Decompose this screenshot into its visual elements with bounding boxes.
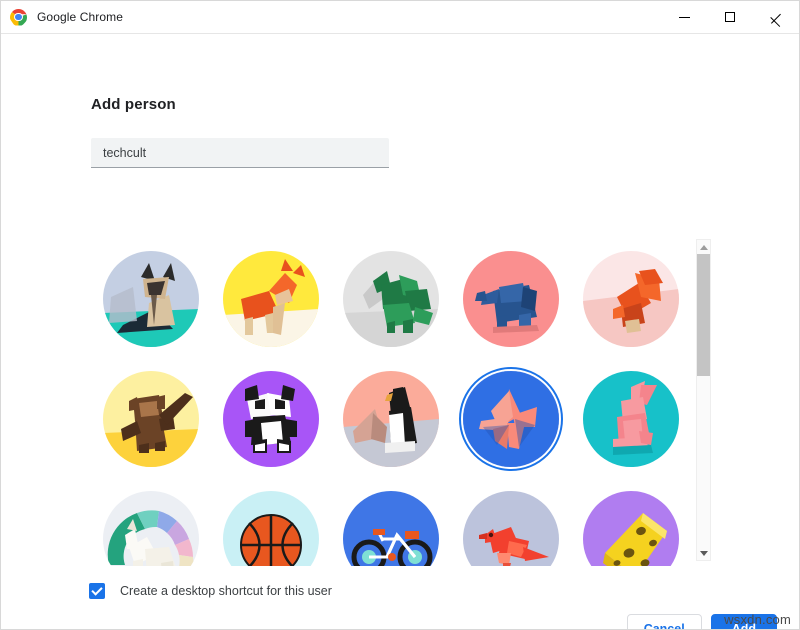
- avatar-option-bicycle[interactable]: [331, 479, 451, 566]
- avatar-option-dragon[interactable]: [331, 239, 451, 359]
- cancel-button[interactable]: Cancel: [626, 614, 702, 629]
- dragon-avatar-image: [343, 251, 439, 347]
- avatar-option-cheese[interactable]: [571, 479, 691, 566]
- title-bar: Google Chrome: [1, 1, 799, 34]
- avatar-option-penguin[interactable]: [331, 359, 451, 479]
- squirrel-avatar-image: [583, 251, 679, 347]
- window-title: Google Chrome: [37, 10, 124, 24]
- close-icon: [771, 12, 782, 23]
- chevron-down-icon: [699, 550, 708, 556]
- minimize-button[interactable]: [661, 1, 707, 33]
- basketball-avatar-image: [223, 491, 319, 566]
- maximize-icon: [725, 12, 735, 22]
- title-bar-left: Google Chrome: [1, 8, 124, 26]
- panda-avatar-image: [223, 371, 319, 467]
- watermark: wsxdn.com: [724, 612, 791, 627]
- avatar-option-fox[interactable]: [211, 239, 331, 359]
- maximize-button[interactable]: [707, 1, 753, 33]
- avatar-option-unicorn[interactable]: [91, 479, 211, 566]
- scrollbar-track[interactable]: [697, 254, 710, 546]
- dialog-header-area: Add person: [91, 96, 773, 168]
- avatar-option-monkey[interactable]: [91, 359, 211, 479]
- avatar-option-panda[interactable]: [211, 359, 331, 479]
- desktop-shortcut-label: Create a desktop shortcut for this user: [120, 584, 332, 598]
- avatar-option-butterfly[interactable]: [451, 359, 571, 479]
- window-controls: [661, 1, 799, 33]
- scrollbar-thumb[interactable]: [697, 254, 710, 376]
- bicycle-avatar-image: [343, 491, 439, 566]
- avatar-option-cat[interactable]: [91, 239, 211, 359]
- butterfly-avatar-image: [463, 371, 559, 467]
- avatar-picker: [91, 239, 711, 566]
- monkey-avatar-image: [103, 371, 199, 467]
- chrome-logo-icon: [10, 8, 27, 26]
- avatar-option-rabbit[interactable]: [571, 359, 691, 479]
- penguin-avatar-image: [343, 371, 439, 467]
- bird-avatar-image: [463, 491, 559, 566]
- page-title: Add person: [91, 96, 176, 113]
- avatar-grid: [91, 239, 691, 566]
- rabbit-avatar-image: [583, 371, 679, 467]
- unicorn-avatar-image: [103, 491, 199, 566]
- minimize-icon: [678, 16, 690, 18]
- dialog-body: Add person techcult Create a desktop sho…: [1, 34, 799, 629]
- avatar-option-bird[interactable]: [451, 479, 571, 566]
- avatar-scrollbar[interactable]: [696, 239, 711, 561]
- scroll-down-button[interactable]: [697, 546, 710, 560]
- person-name-input[interactable]: [91, 138, 389, 168]
- chevron-up-icon: [699, 244, 708, 250]
- avatar-option-squirrel[interactable]: [571, 239, 691, 359]
- fox-avatar-image: [223, 251, 319, 347]
- avatar-scroll-area[interactable]: [91, 239, 691, 566]
- avatar-option-basketball[interactable]: [211, 479, 331, 566]
- desktop-shortcut-checkbox[interactable]: [89, 583, 105, 599]
- scroll-up-button[interactable]: [697, 240, 710, 254]
- close-button[interactable]: [753, 1, 799, 33]
- chrome-add-person-window: Google Chrome Add person techcult Create…: [0, 0, 800, 630]
- cat-avatar-image: [103, 251, 199, 347]
- elephant-avatar-image: [463, 251, 559, 347]
- avatar-option-elephant[interactable]: [451, 239, 571, 359]
- cheese-avatar-image: [583, 491, 679, 566]
- desktop-shortcut-row[interactable]: Create a desktop shortcut for this user: [89, 583, 332, 599]
